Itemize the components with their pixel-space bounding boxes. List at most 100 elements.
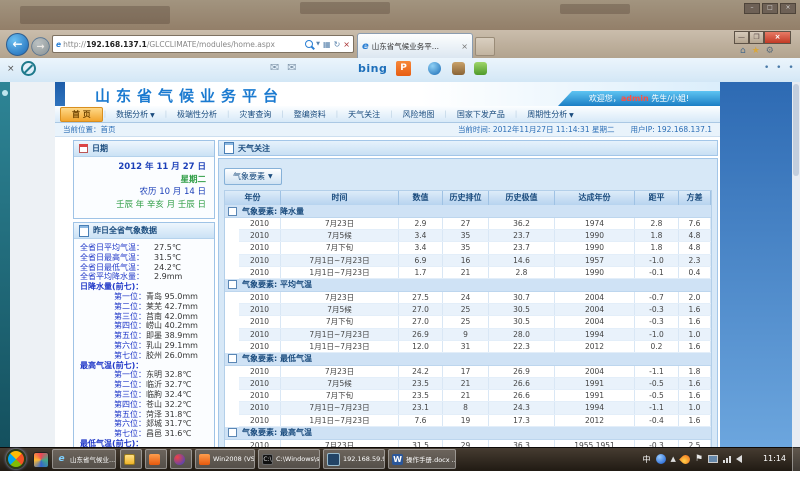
table-row[interactable]: 20107月下旬27.02530.52004-0.31.6 bbox=[239, 316, 711, 328]
column-header-1[interactable]: 时间 bbox=[281, 191, 399, 205]
table-row[interactable]: 20107月23日2.92736.219742.87.6 bbox=[239, 218, 711, 230]
group-checkbox[interactable] bbox=[228, 428, 237, 437]
table-row[interactable]: 20107月5候27.02530.52004-0.31.6 bbox=[239, 304, 711, 316]
nav-item-0[interactable]: 首 页 bbox=[60, 107, 103, 122]
cell: 2010 bbox=[239, 341, 281, 352]
favorites-star-icon[interactable]: ★ bbox=[752, 46, 760, 56]
taskbar-window-6[interactable]: 192.168.59.99... bbox=[323, 449, 385, 469]
plugin-icon[interactable] bbox=[474, 62, 487, 75]
nav-item-6[interactable]: 风险地图 bbox=[393, 107, 443, 122]
ime-indicator[interactable]: 中 bbox=[643, 454, 651, 465]
nav-item-1[interactable]: 数据分析 ▼ bbox=[107, 107, 164, 122]
refresh-icon[interactable]: ↻ bbox=[334, 40, 341, 49]
nav-item-5[interactable]: 天气关注 bbox=[339, 107, 389, 122]
taskbar-window-0[interactable]: e山东省气候业... bbox=[52, 449, 116, 469]
table-row[interactable]: 20107月5候23.52126.61991-0.51.6 bbox=[239, 378, 711, 390]
column-header-4[interactable]: 历史极值 bbox=[489, 191, 555, 205]
taskbar-window-1[interactable] bbox=[120, 449, 142, 469]
address-bar-icons: ▼ ▦ ↻ × bbox=[305, 40, 350, 49]
table-row[interactable]: 20107月1日~7月23日26.9928.01994-1.01.0 bbox=[239, 329, 711, 341]
column-header-0[interactable]: 年份 bbox=[225, 191, 281, 205]
show-desktop-button[interactable] bbox=[792, 447, 800, 471]
taskbar-window-7[interactable]: W操作手册.docx ... bbox=[388, 449, 456, 469]
column-header-6[interactable]: 距平 bbox=[635, 191, 679, 205]
scrollbar-thumb[interactable] bbox=[793, 84, 799, 176]
browser-tab[interactable]: e 山东省气候业务平... × bbox=[357, 33, 473, 58]
chevron-down-icon[interactable]: ▼ bbox=[316, 41, 320, 47]
maximize-button[interactable]: ❐ bbox=[749, 31, 764, 44]
tray-alert-icon[interactable] bbox=[679, 453, 692, 466]
nav-item-7[interactable]: 国家下发产品 bbox=[448, 107, 514, 122]
nav-item-4[interactable]: 整编资料 bbox=[285, 107, 335, 122]
close-sidebar-icon[interactable]: × bbox=[7, 64, 15, 74]
table-row[interactable]: 20101月1日~7月23日7.61917.32012-0.41.6 bbox=[239, 415, 711, 427]
rank-item: 第二位：莱芜 42.7mm bbox=[80, 302, 208, 312]
taskbar-window-5[interactable]: C:\C:\Windows\s... bbox=[258, 449, 320, 469]
nav-separator: | bbox=[104, 110, 106, 118]
group-checkbox[interactable] bbox=[228, 207, 237, 216]
cell: 23.7 bbox=[489, 230, 555, 241]
search-icon[interactable] bbox=[305, 40, 313, 48]
table-group-row-0[interactable]: 气象要素: 降水量 bbox=[225, 205, 711, 218]
blocked-icon[interactable] bbox=[21, 61, 36, 76]
table-row[interactable]: 20107月1日~7月23日23.1824.31994-1.11.0 bbox=[239, 402, 711, 414]
network-bars-icon[interactable] bbox=[723, 456, 731, 463]
nav-item-8[interactable]: 周期性分析 ▼ bbox=[518, 107, 583, 122]
table-row[interactable]: 20107月23日24.21726.92004-1.11.8 bbox=[239, 366, 711, 378]
side-strip-knob[interactable] bbox=[2, 90, 8, 96]
column-header-3[interactable]: 历史排位 bbox=[443, 191, 489, 205]
minimize-icon[interactable]: – bbox=[744, 3, 760, 14]
table-row[interactable]: 20107月1日~7月23日6.91614.61957-1.02.3 bbox=[239, 255, 711, 267]
back-button[interactable]: ← bbox=[6, 33, 29, 56]
close-button[interactable]: × bbox=[764, 31, 791, 44]
table-row[interactable]: 20107月5候3.43523.719901.84.8 bbox=[239, 230, 711, 242]
overflow-dots[interactable]: • • • bbox=[764, 63, 796, 73]
table-row[interactable]: 20107月下旬3.43523.719901.84.8 bbox=[239, 242, 711, 254]
maximize-icon[interactable]: □ bbox=[762, 3, 778, 14]
table-row[interactable]: 20101月1日~7月23日12.03122.320120.21.6 bbox=[239, 341, 711, 353]
chevron-down-icon: ▼ bbox=[567, 112, 574, 119]
element-filter-button[interactable]: 气象要素 ▼ bbox=[224, 168, 282, 185]
action-center-flag-icon[interactable]: ⚑ bbox=[695, 454, 703, 464]
group-checkbox[interactable] bbox=[228, 280, 237, 289]
column-header-7[interactable]: 方差 bbox=[679, 191, 711, 205]
group-checkbox[interactable] bbox=[228, 354, 237, 363]
tray-network-ball-icon[interactable] bbox=[656, 454, 666, 464]
taskbar-clock[interactable]: 11:14 bbox=[763, 454, 786, 463]
nav-item-2[interactable]: 极端性分析 bbox=[168, 107, 226, 122]
mail-icon[interactable]: ✉ bbox=[270, 61, 279, 74]
taskbar-window-label: C:\Windows\s... bbox=[276, 455, 320, 463]
table-row[interactable]: 20101月1日~7月23日1.7212.81990-0.10.4 bbox=[239, 267, 711, 279]
new-tab-button[interactable] bbox=[475, 37, 495, 56]
table-group-row-2[interactable]: 气象要素: 最低气温 bbox=[225, 353, 711, 366]
taskbar-window-2[interactable] bbox=[145, 449, 167, 469]
taskbar-window-3[interactable] bbox=[170, 449, 192, 469]
column-header-5[interactable]: 达成年份 bbox=[555, 191, 635, 205]
tray-expand-icon[interactable]: ▲ bbox=[671, 455, 676, 463]
tab-close-icon[interactable]: × bbox=[461, 42, 468, 51]
address-bar[interactable]: e http://192.168.137.1/GLCCLIMATE/module… bbox=[52, 35, 354, 53]
settings-gear-icon[interactable]: ⚙ bbox=[766, 46, 774, 56]
home-icon[interactable]: ⌂ bbox=[740, 46, 746, 56]
nav-item-3[interactable]: 灾害查询 bbox=[230, 107, 280, 122]
forward-button[interactable]: → bbox=[31, 37, 49, 55]
table-row[interactable]: 20107月下旬23.52126.61991-0.51.6 bbox=[239, 390, 711, 402]
pinned-app-icon[interactable] bbox=[33, 452, 49, 468]
speaker-icon[interactable] bbox=[736, 455, 742, 463]
compatibility-icon[interactable]: ▦ bbox=[323, 40, 331, 49]
bing-logo[interactable]: bing bbox=[358, 62, 387, 75]
table-row[interactable]: 20107月23日27.52430.72004-0.72.0 bbox=[239, 292, 711, 304]
stop-icon[interactable]: × bbox=[343, 40, 350, 49]
mail-send-icon[interactable]: ✉ bbox=[287, 61, 296, 74]
paw-icon[interactable] bbox=[452, 62, 465, 75]
close-icon[interactable]: × bbox=[780, 3, 796, 14]
taskbar-window-4[interactable]: Win2008 (VS2... bbox=[195, 449, 255, 469]
start-button[interactable] bbox=[6, 449, 26, 469]
messenger-icon[interactable] bbox=[428, 62, 441, 75]
minimize-button[interactable]: — bbox=[734, 31, 749, 44]
orange-app-icon[interactable]: P bbox=[396, 61, 411, 76]
table-group-row-1[interactable]: 气象要素: 平均气温 bbox=[225, 279, 711, 292]
tray-monitor-icon[interactable] bbox=[708, 455, 718, 463]
column-header-2[interactable]: 数值 bbox=[399, 191, 443, 205]
table-group-row-3[interactable]: 气象要素: 最高气温 bbox=[225, 427, 711, 440]
